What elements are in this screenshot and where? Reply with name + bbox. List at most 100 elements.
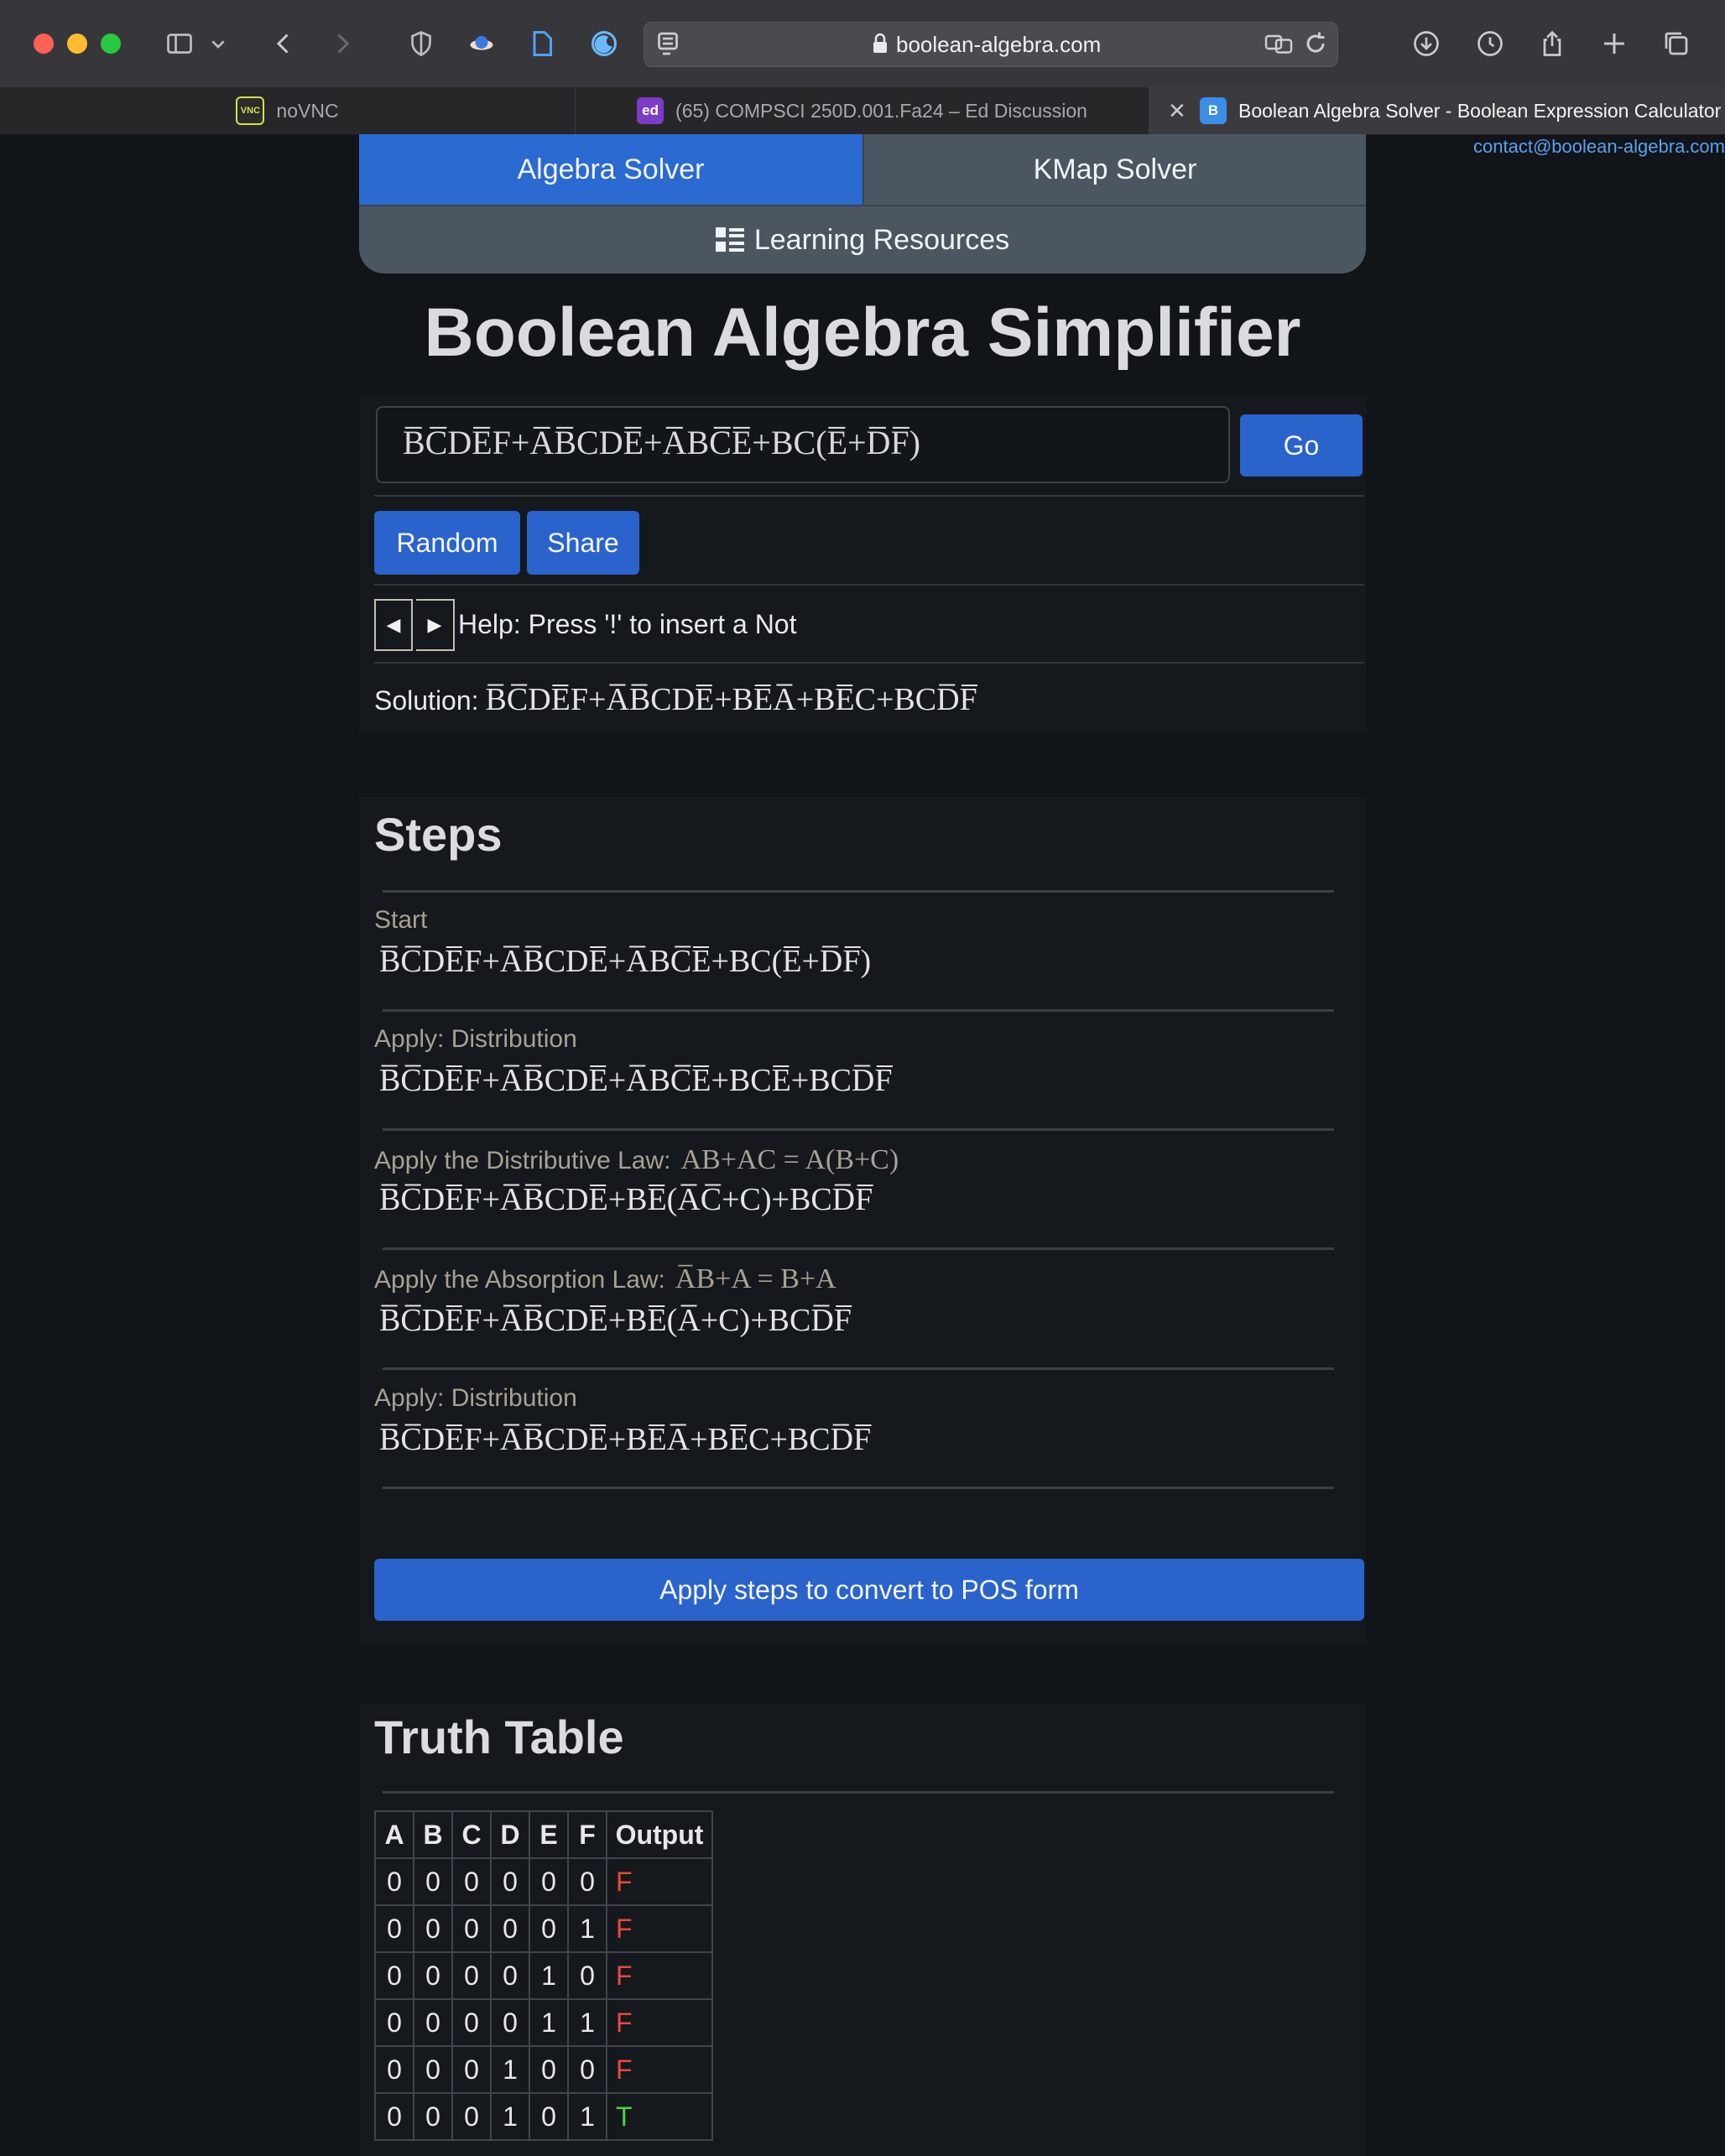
table-row: 000010F — [374, 1951, 713, 2000]
minimize-window-button[interactable] — [67, 34, 87, 54]
random-button[interactable]: Random — [374, 511, 520, 575]
output-cell: F — [606, 1857, 713, 1906]
share-button[interactable]: Share — [527, 511, 639, 575]
divider — [383, 1487, 1334, 1489]
tab-boolean-algebra[interactable]: ✕ B Boolean Algebra Solver - Boolean Exp… — [1149, 87, 1725, 134]
input-cell: 1 — [567, 1998, 607, 2047]
output-cell: F — [606, 1904, 713, 1953]
b-favicon-icon: B — [1200, 97, 1227, 124]
tab-novnc[interactable]: VNC noVNC — [0, 87, 576, 134]
table-header-row: A B C D E F Output — [374, 1810, 713, 1859]
page-title: Boolean Algebra Simplifier — [424, 294, 1301, 371]
history-icon[interactable] — [1468, 22, 1512, 65]
step-label: Apply the Absorption Law: A̅B+A = B+A — [374, 1263, 836, 1294]
chevron-down-icon[interactable] — [205, 22, 232, 65]
input-cell: 0 — [413, 2092, 453, 2141]
divider — [383, 1367, 1334, 1370]
input-cell: 1 — [567, 2092, 607, 2141]
nav-learning-resources[interactable]: Learning Resources — [359, 205, 1366, 273]
step-expression: B̅C̅DE̅F+A̅B̅CDE̅+BE̅A̅+BE̅C+BCD̅F̅ — [379, 1422, 872, 1457]
steps-card — [359, 797, 1366, 1644]
truth-table: A B C D E F Output 000000F000001F000010F… — [374, 1810, 713, 2141]
input-cell: 0 — [451, 2045, 492, 2094]
cursor-right-button[interactable]: ▶ — [416, 599, 455, 651]
close-window-button[interactable] — [34, 34, 54, 54]
tab-overview-icon[interactable] — [1655, 22, 1698, 65]
zoom-window-button[interactable] — [101, 34, 121, 54]
divider — [383, 1791, 1334, 1794]
input-cell: 0 — [413, 1857, 453, 1906]
shield-icon[interactable] — [399, 22, 443, 65]
input-cell: 0 — [567, 1857, 607, 1906]
downloads-icon[interactable] — [1404, 22, 1448, 65]
lock-icon — [873, 33, 887, 53]
divider — [383, 1009, 1334, 1012]
input-cell: 0 — [413, 1998, 453, 2047]
cursor-left-button[interactable]: ◀ — [374, 599, 413, 651]
input-cell: 0 — [374, 1951, 414, 2000]
nav-algebra-solver[interactable]: Algebra Solver — [359, 134, 862, 205]
tab-strip: VNC noVNC ed (65) COMPSCI 250D.001.Fa24 … — [0, 87, 1725, 135]
reload-icon[interactable] — [1297, 23, 1334, 65]
address-bar[interactable]: boolean-algebra.com — [644, 22, 1338, 67]
step-expression: B̅C̅DE̅F+A̅B̅CDE̅+A̅BC̅E̅+BC(E̅+D̅F̅) — [379, 944, 872, 979]
sidebar-icon[interactable] — [158, 22, 201, 65]
column-header: B — [413, 1810, 453, 1859]
help-text: Help: Press '!' to insert a Not — [458, 609, 797, 639]
tab-label: (65) COMPSCI 250D.001.Fa24 – Ed Discussi… — [675, 99, 1087, 122]
input-cell: 0 — [413, 1904, 453, 1953]
divider — [374, 584, 1364, 586]
table-row: 000011F — [374, 1998, 713, 2047]
share-icon[interactable] — [1530, 22, 1574, 65]
input-cell: 1 — [490, 2092, 530, 2141]
expression-input[interactable]: B̅C̅DE̅F+A̅B̅CDE̅+A̅BC̅E̅+BC(E̅+D̅F̅) — [376, 406, 1230, 483]
table-row: 000000F — [374, 1857, 713, 1906]
learning-resources-label: Learning Resources — [753, 223, 1010, 256]
input-cell: 0 — [451, 1951, 492, 2000]
nav-kmap-solver[interactable]: KMap Solver — [862, 134, 1366, 205]
column-header: A — [374, 1810, 414, 1859]
translate-icon[interactable] — [1260, 23, 1297, 65]
input-cell: 0 — [413, 1951, 453, 2000]
divider — [383, 1128, 1334, 1131]
forward-icon[interactable] — [321, 22, 364, 65]
input-cell: 0 — [490, 1857, 530, 1906]
step-label: Apply: Distribution — [374, 1025, 577, 1053]
input-cell: 0 — [374, 2092, 414, 2141]
vnc-favicon-icon: VNC — [236, 96, 265, 125]
step-label: Apply: Distribution — [374, 1384, 577, 1412]
extension-planet-icon[interactable] — [460, 22, 503, 65]
tab-ed-discussion[interactable]: ed (65) COMPSCI 250D.001.Fa24 – Ed Discu… — [576, 87, 1149, 134]
back-icon[interactable] — [262, 22, 305, 65]
new-tab-icon[interactable] — [1592, 22, 1636, 65]
url-text: boolean-algebra.com — [896, 32, 1102, 57]
column-header: F — [567, 1810, 607, 1859]
input-cell: 0 — [413, 2045, 453, 2094]
convert-to-pos-button[interactable]: Apply steps to convert to POS form — [374, 1559, 1364, 1621]
table-row: 000101T — [374, 2092, 713, 2141]
document-extension-icon[interactable] — [520, 22, 564, 65]
step-expression: B̅C̅DE̅F+A̅B̅CDE̅+BE̅(A̅C̅+C)+BCD̅F̅ — [379, 1182, 873, 1217]
input-cell: 1 — [529, 1951, 569, 2000]
output-cell: F — [606, 1998, 713, 2047]
input-cell: 1 — [529, 1998, 569, 2047]
truth-table-heading: Truth Table — [374, 1711, 624, 1763]
tab-label: Boolean Algebra Solver - Boolean Express… — [1238, 99, 1722, 122]
input-cell: 0 — [451, 2092, 492, 2141]
column-header: Output — [606, 1810, 713, 1859]
main-nav: Algebra Solver KMap Solver — [359, 134, 1366, 205]
night-mode-icon[interactable] — [582, 22, 626, 65]
output-cell: F — [606, 1951, 713, 2000]
input-cell: 0 — [451, 1904, 492, 1953]
law-formula: A̅B+A = B+A — [675, 1263, 836, 1294]
browser-toolbar: boolean-algebra.com — [0, 0, 1725, 88]
input-cell: 1 — [567, 1904, 607, 1953]
close-tab-icon[interactable]: ✕ — [1168, 98, 1186, 124]
page-menu-icon[interactable] — [649, 23, 686, 65]
input-cell: 0 — [490, 1904, 530, 1953]
solution-expression: B̅C̅DE̅F+A̅B̅CDE̅+BE̅A̅+BE̅C+BCD̅F̅ — [485, 682, 977, 717]
go-button[interactable]: Go — [1240, 414, 1363, 477]
input-cell: 0 — [374, 2045, 414, 2094]
column-header: C — [451, 1810, 492, 1859]
contact-link[interactable]: contact@boolean-algebra.com — [1473, 136, 1725, 158]
